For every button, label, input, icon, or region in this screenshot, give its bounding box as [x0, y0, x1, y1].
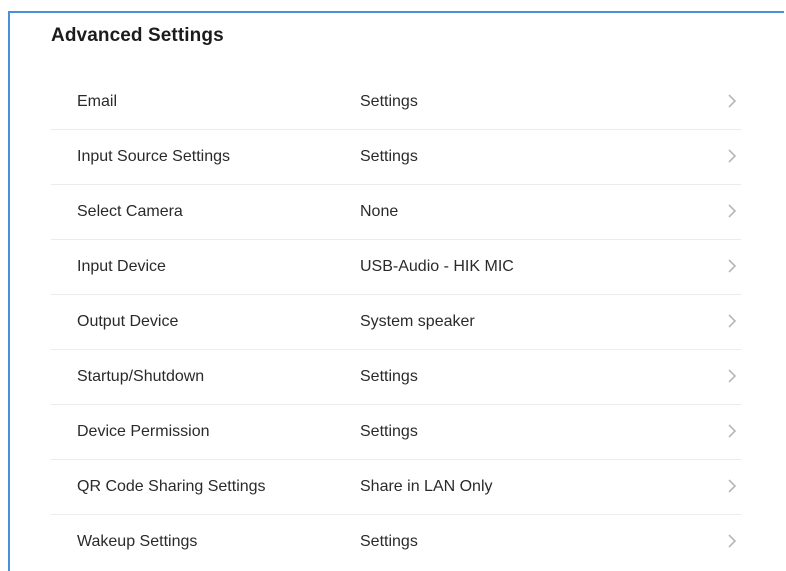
- row-value: USB-Audio - HIK MIC: [360, 258, 514, 275]
- chevron-right-icon: [728, 369, 737, 383]
- chevron-right-icon: [728, 149, 737, 163]
- settings-row-input-device[interactable]: Input Device USB-Audio - HIK MIC: [51, 240, 741, 295]
- row-value: Settings: [360, 533, 418, 550]
- settings-row-wakeup[interactable]: Wakeup Settings Settings: [51, 515, 741, 570]
- settings-row-startup-shutdown[interactable]: Startup/Shutdown Settings: [51, 350, 741, 405]
- row-label: Input Device: [77, 258, 166, 275]
- chevron-right-icon: [728, 259, 737, 273]
- row-label: QR Code Sharing Settings: [77, 478, 266, 495]
- row-value: Settings: [360, 423, 418, 440]
- chevron-right-icon: [728, 314, 737, 328]
- chevron-right-icon: [728, 424, 737, 438]
- chevron-right-icon: [728, 479, 737, 493]
- row-label: Select Camera: [77, 203, 183, 220]
- row-label: Wakeup Settings: [77, 533, 198, 550]
- settings-row-qr-code-sharing[interactable]: QR Code Sharing Settings Share in LAN On…: [51, 460, 741, 515]
- row-label: Input Source Settings: [77, 148, 230, 165]
- settings-row-email[interactable]: Email Settings: [51, 75, 741, 130]
- settings-row-select-camera[interactable]: Select Camera None: [51, 185, 741, 240]
- row-label: Email: [77, 93, 118, 110]
- chevron-right-icon: [728, 204, 737, 218]
- row-value: Settings: [360, 148, 418, 165]
- row-label: Output Device: [77, 313, 179, 330]
- section-title: Advanced Settings: [51, 25, 224, 46]
- settings-list: Email Settings Input Source Settings Set…: [51, 75, 741, 570]
- chevron-right-icon: [728, 94, 737, 108]
- row-label: Startup/Shutdown: [77, 368, 205, 385]
- settings-row-input-source[interactable]: Input Source Settings Settings: [51, 130, 741, 185]
- row-value: None: [360, 203, 399, 220]
- row-label: Device Permission: [77, 423, 210, 440]
- chevron-right-icon: [728, 534, 737, 548]
- row-value: Settings: [360, 368, 418, 385]
- settings-row-device-permission[interactable]: Device Permission Settings: [51, 405, 741, 460]
- row-value: Settings: [360, 93, 418, 110]
- row-value: Share in LAN Only: [360, 478, 493, 495]
- row-value: System speaker: [360, 313, 475, 330]
- settings-row-output-device[interactable]: Output Device System speaker: [51, 295, 741, 350]
